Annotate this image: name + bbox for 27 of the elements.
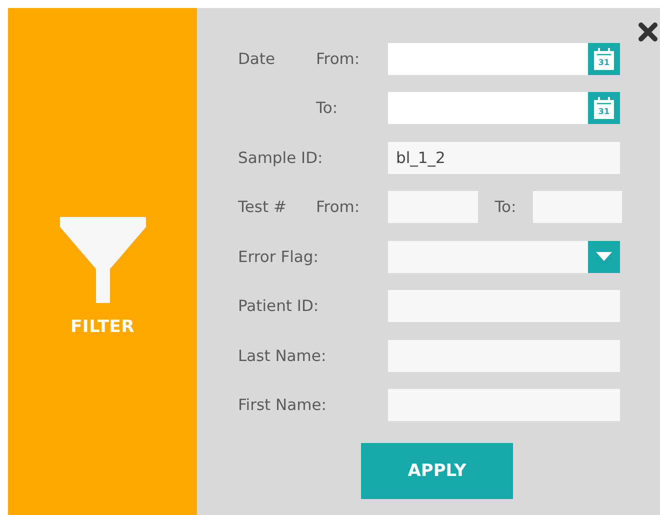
- funnel-icon: [60, 216, 146, 302]
- field-label: To:: [316, 99, 339, 117]
- input-field[interactable]: bl_1_2: [388, 142, 620, 174]
- field-label: Patient ID:: [238, 297, 320, 315]
- calendar-button[interactable]: 31: [588, 92, 620, 124]
- sidebar-title: FILTER: [70, 316, 135, 336]
- field-label: To:: [494, 198, 518, 216]
- field-label: Test #: [238, 198, 288, 216]
- input-field[interactable]: [533, 191, 622, 223]
- apply-button[interactable]: APPLY: [361, 442, 513, 498]
- dropdown-field[interactable]: [388, 240, 620, 272]
- input-field[interactable]: [388, 340, 620, 372]
- close-icon[interactable]: [638, 22, 658, 42]
- calendar-button[interactable]: 31: [588, 42, 620, 74]
- field-label: Date: [238, 50, 276, 68]
- field-label: Sample ID:: [238, 148, 324, 166]
- caret-icon: [596, 252, 612, 261]
- field-label: Last Name:: [238, 346, 328, 364]
- input-field[interactable]: [388, 389, 620, 421]
- input-field[interactable]: [388, 191, 478, 223]
- field-label: Error Flag:: [238, 248, 320, 266]
- field-label: From:: [316, 50, 361, 68]
- input-field[interactable]: [388, 42, 588, 74]
- field-label: From:: [316, 198, 361, 216]
- input-field[interactable]: [388, 290, 620, 322]
- input-field[interactable]: [388, 92, 588, 124]
- field-label: First Name:: [238, 396, 328, 414]
